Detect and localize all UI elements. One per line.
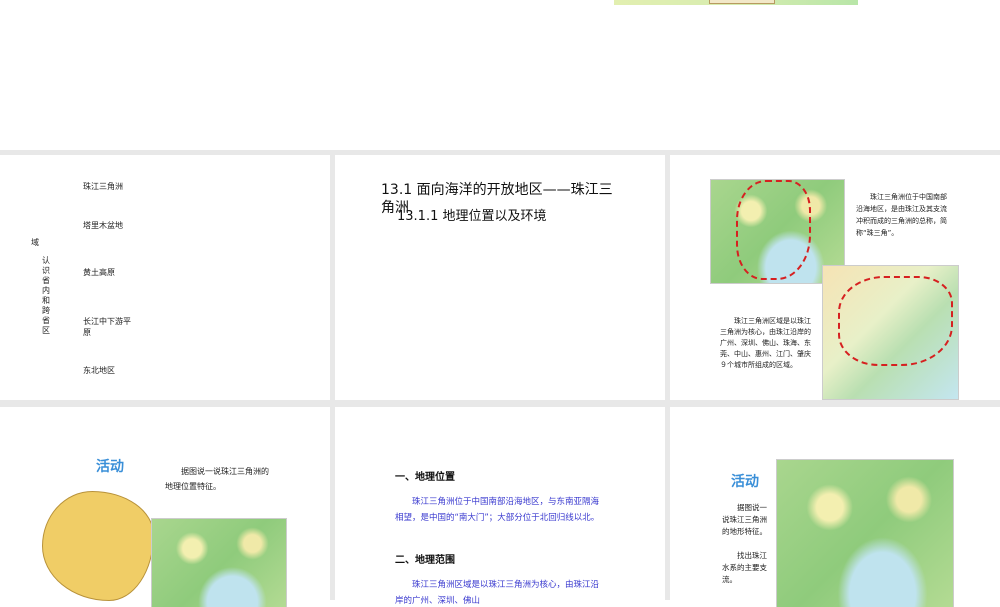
previous-slide-area: [0, 0, 1000, 150]
delta-region-map: [822, 265, 959, 400]
slide-thumbnail-2[interactable]: 13.1 面向海洋的开放地区——珠江三角洲 13.1.1 地理位置以及环境: [335, 155, 665, 400]
vertical-label: 认识省内和跨省区: [42, 256, 50, 335]
list-item: 塔里木盆地: [83, 221, 123, 230]
slide-subtitle: 13.1.1 地理位置以及环境: [397, 209, 547, 224]
side-char: 域: [31, 238, 39, 247]
section-heading: 二、地理范围: [395, 555, 455, 566]
list-item: 长江中下游平原: [83, 317, 131, 337]
activity-heading: 活动: [96, 459, 124, 475]
image-label-box: [709, 0, 775, 4]
list-item: 黄土高原: [83, 268, 115, 277]
description-text: 珠江三角洲位于中国南部沿海地区，是由珠江及其支流冲积而成的三角洲的总称，简称“珠…: [856, 193, 947, 237]
section-text: 珠江三角洲位于中国南部沿海地区，与东南亚隔海相望，是中国的“南大门”；大部分位于…: [395, 497, 600, 523]
slide-thumbnail-3[interactable]: 珠江三角洲位于中国南部沿海地区，是由珠江及其支流冲积而成的三角洲的总称，简称“珠…: [670, 155, 1000, 400]
list-item: 东北地区: [83, 366, 115, 375]
china-map: [42, 491, 154, 601]
section-text: 珠江三角洲区域是以珠江三角洲为核心，由珠江沿岸的广州、深圳、佛山: [395, 580, 600, 606]
slide-thumbnail-5[interactable]: 一、地理位置 珠江三角洲位于中国南部沿海地区，与东南亚隔海相望，是中国的“南大门…: [335, 407, 665, 607]
slide-thumbnail-1[interactable]: 域 认识省内和跨省区 珠江三角洲 塔里木盆地 黄土高原 长江中下游平原 东北地区: [0, 155, 330, 400]
activity-heading: 活动: [731, 474, 759, 490]
region-text: 珠江三角洲区域是以珠江三角洲为核心，由珠江沿岸的广州、深圳、佛山、珠海、东莞、中…: [720, 317, 811, 369]
slide-thumbnail-4[interactable]: 活动 据图说一说珠江三角洲的地理位置特征。: [0, 407, 330, 607]
slide-sorter-grid: 域 认识省内和跨省区 珠江三角洲 塔里木盆地 黄土高原 长江中下游平原 东北地区…: [0, 150, 1000, 607]
list-item: 珠江三角洲: [83, 182, 123, 191]
activity-prompt: 据图说一说珠江三角洲的地形特征。: [722, 503, 767, 536]
slide-thumbnail-6[interactable]: 活动 据图说一说珠江三角洲的地形特征。 找出珠江水系的主要支流。: [670, 407, 1000, 607]
delta-terrain-map: [151, 518, 287, 607]
activity-prompt: 据图说一说珠江三角洲的地理位置特征。: [165, 467, 269, 491]
section-heading: 一、地理位置: [395, 472, 455, 483]
delta-terrain-map: [776, 459, 954, 607]
activity-prompt: 找出珠江水系的主要支流。: [722, 551, 767, 584]
previous-slide-image[interactable]: [614, 0, 858, 5]
